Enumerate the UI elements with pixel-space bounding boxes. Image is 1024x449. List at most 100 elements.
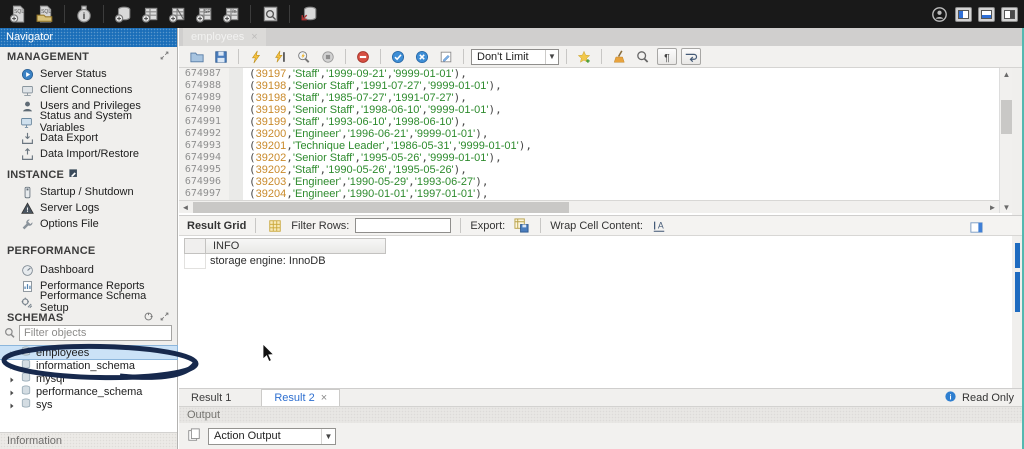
execute-button[interactable]	[246, 48, 266, 66]
toggle-right-panel-button[interactable]	[1001, 6, 1018, 22]
sidebar-item-data-export[interactable]: Data Export	[0, 130, 177, 146]
table-cell[interactable]: storage engine: InnoDB	[206, 254, 486, 269]
app-toolbar: SQL SQL i SP fn	[0, 0, 1024, 28]
navigator-title: Navigator	[0, 28, 177, 47]
schema-icon	[20, 397, 32, 412]
create-table-icon[interactable]	[140, 4, 160, 24]
performance-schema-setup-icon	[20, 295, 34, 309]
svg-text:fn: fn	[232, 9, 236, 15]
right-panel-grip[interactable]	[1015, 272, 1020, 312]
caret-right-icon[interactable]	[8, 349, 16, 357]
create-function-icon[interactable]: fn	[221, 4, 241, 24]
inspector-icon[interactable]: i	[74, 4, 94, 24]
caret-right-icon[interactable]	[8, 401, 16, 409]
toggle-bottom-panel-button[interactable]	[978, 6, 995, 22]
new-sql-tab-icon[interactable]: SQL	[8, 4, 28, 24]
result-tab-result-2[interactable]: Result 2 ×	[261, 388, 341, 407]
schema-item-sys[interactable]: sys	[0, 398, 177, 411]
svg-text:i: i	[83, 11, 86, 21]
svg-text:SQL: SQL	[41, 9, 51, 15]
sidebar-item-client-connections[interactable]: Client Connections	[0, 82, 177, 98]
wrap-cell-content-icon[interactable]: A	[649, 217, 669, 235]
sidebar-item-server-logs[interactable]: ! Server Logs	[0, 200, 177, 216]
horizontal-scroll-thumb[interactable]	[193, 202, 569, 213]
code-line: 674991 (39199,'Staff','1993-06-10','1998-…	[179, 116, 999, 128]
schema-filter-input[interactable]: Filter objects	[19, 324, 172, 341]
row-selector[interactable]	[184, 254, 206, 269]
save-snippet-button[interactable]	[574, 48, 594, 66]
execute-current-button[interactable]	[270, 48, 290, 66]
line-number: 674989	[179, 92, 229, 104]
chevron-down-icon[interactable]: ▼	[545, 49, 558, 64]
vertical-scroll-thumb[interactable]	[1001, 100, 1012, 134]
sidebar-item-server-status[interactable]: Server Status	[0, 66, 177, 82]
expand-icon[interactable]	[159, 311, 170, 325]
row-selector-header[interactable]	[184, 238, 206, 254]
search-data-icon[interactable]	[260, 4, 280, 24]
preferences-icon[interactable]	[929, 4, 949, 24]
toggle-left-panel-button[interactable]	[955, 6, 972, 22]
create-procedure-icon[interactable]: SP	[194, 4, 214, 24]
find-button[interactable]	[633, 48, 653, 66]
result-panel-toggle-icon[interactable]	[966, 218, 986, 236]
read-only-label: Read Only	[962, 392, 1014, 404]
toolbar-separator	[64, 5, 65, 23]
scroll-left-arrow[interactable]: ◄	[179, 201, 192, 213]
export-icon[interactable]	[511, 217, 531, 235]
explain-button[interactable]	[294, 48, 314, 66]
chevron-down-icon[interactable]: ▼	[321, 428, 335, 444]
save-button[interactable]	[211, 48, 231, 66]
result-grid-label: Result Grid	[187, 219, 247, 232]
svg-text:i: i	[950, 392, 952, 401]
code-line: 674988 (39198,'Senior Staff','1991-07-27'…	[179, 80, 999, 92]
sidebar-item-performance-schema-setup[interactable]: Performance Schema Setup	[0, 290, 177, 314]
section-header-schemas: SCHEMAS	[0, 311, 177, 325]
horizontal-scrollbar[interactable]: ◄ ►	[179, 200, 999, 213]
caret-right-icon[interactable]	[8, 375, 16, 383]
toggle-autocommit-button[interactable]	[436, 48, 456, 66]
server-logs-icon: !	[20, 201, 34, 215]
close-icon[interactable]: ×	[251, 31, 257, 43]
rollback-button[interactable]	[412, 48, 432, 66]
create-view-icon[interactable]	[167, 4, 187, 24]
line-number: 674996	[179, 176, 229, 188]
commit-button[interactable]	[388, 48, 408, 66]
toolbar-separator	[103, 5, 104, 23]
reconnect-dbms-icon[interactable]	[299, 4, 319, 24]
sidebar-item-options-file[interactable]: Options File	[0, 216, 177, 232]
sync-icon[interactable]	[143, 311, 154, 325]
open-file-button[interactable]	[187, 48, 207, 66]
data-import-icon	[20, 147, 34, 161]
svg-text:A: A	[658, 220, 664, 230]
sidebar-item-status-and-system-variables[interactable]: Status and System Variables	[0, 110, 177, 134]
caret-right-icon[interactable]	[8, 362, 16, 370]
toggle-stop-on-error-button[interactable]	[353, 48, 373, 66]
close-icon[interactable]: ×	[321, 389, 327, 407]
editor-tab-employees[interactable]: employees ×	[183, 28, 266, 46]
right-panel-grip[interactable]	[1015, 243, 1020, 268]
sidebar-item-startup-shutdown[interactable]: Startup / Shutdown	[0, 184, 177, 200]
editor-tabstrip: employees ×	[179, 28, 1024, 46]
code-line: 674992 (39200,'Engineer','1996-06-21','99…	[179, 128, 999, 140]
filter-rows-input[interactable]	[355, 218, 452, 233]
beautify-button[interactable]	[609, 48, 629, 66]
caret-right-icon[interactable]	[8, 388, 16, 396]
vertical-scrollbar[interactable]: ▲ ▼	[999, 68, 1012, 213]
result-tab-result-1[interactable]: Result 1	[179, 389, 243, 407]
limit-dropdown[interactable]: Don't Limit ▼	[471, 48, 559, 65]
stop-button[interactable]	[318, 48, 338, 66]
main-area: employees × Don't Limit ▼ ¶ 674987 (39197,'…	[179, 28, 1024, 449]
toggle-wrap-button[interactable]	[681, 48, 701, 65]
sidebar-item-data-import-restore[interactable]: Data Import/Restore	[0, 146, 177, 162]
create-schema-icon[interactable]	[113, 4, 133, 24]
column-header-info[interactable]: INFO	[206, 238, 386, 254]
toggle-invisibles-button[interactable]: ¶	[657, 48, 677, 65]
output-type-select[interactable]: Action Output ▼	[208, 427, 336, 445]
open-sql-script-icon[interactable]: SQL	[35, 4, 55, 24]
scroll-right-arrow[interactable]: ►	[986, 201, 999, 213]
schema-tree: employees information_schema mysql performa…	[0, 345, 178, 432]
sql-editor[interactable]: 674987 (39197,'Staff','1999-09-21','9999-…	[179, 68, 999, 200]
expand-icon[interactable]	[159, 50, 170, 64]
output-type-value: Action Output	[214, 430, 281, 442]
sidebar-item-dashboard[interactable]: Dashboard	[0, 262, 177, 278]
